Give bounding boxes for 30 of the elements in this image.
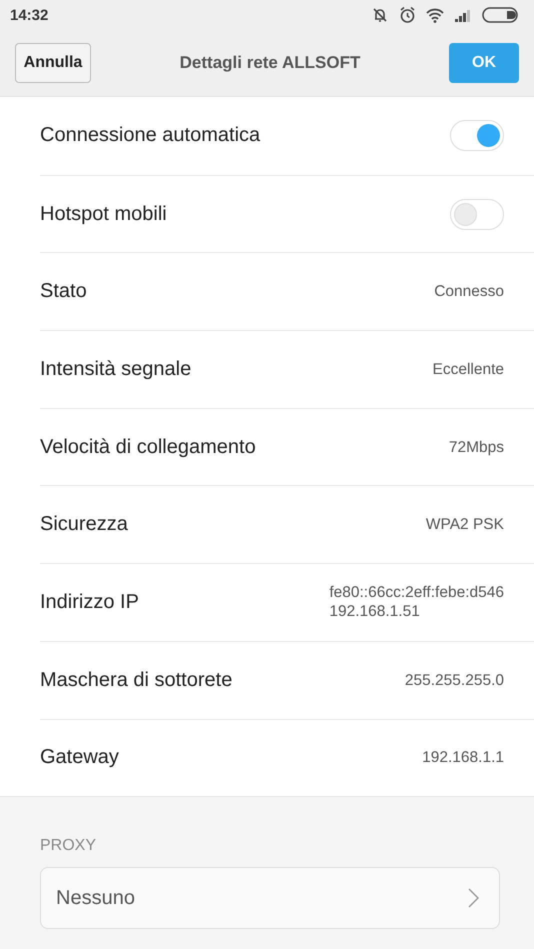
chevron-right-icon (468, 888, 479, 908)
setting-value: 192.168.1.1 (422, 748, 504, 768)
setting-label: Intensità segnale (40, 358, 192, 381)
wifi-icon (426, 8, 444, 22)
section-heading: PROXY (40, 837, 96, 856)
toggle-switch[interactable] (450, 120, 504, 152)
setting-value: 255.255.255.0 (404, 670, 504, 690)
signal-icon (454, 8, 472, 22)
setting-label: Maschera di sottorete (40, 668, 232, 692)
setting-label: Hotspot mobili (40, 202, 167, 226)
mute-bell-icon (371, 6, 389, 24)
toggle-switch[interactable] (450, 198, 504, 230)
setting-label: Stato (40, 280, 87, 304)
battery-icon (482, 7, 518, 23)
setting-value: WPA2 PSK (426, 515, 504, 534)
setting-label: Velocità di collegamento (40, 436, 256, 459)
screen-title: Dettagli rete ALLSOFT (180, 53, 360, 73)
setting-value: 72Mbps (448, 438, 504, 457)
setting-label: Sicurezza (40, 513, 128, 536)
alarm-clock-icon (399, 6, 416, 24)
proxy-selector[interactable]: Nessuno (40, 867, 500, 930)
setting-value: fe80::66cc:2eff:febe:d546 (329, 583, 504, 602)
setting-value: 192.168.1.51 (329, 602, 420, 622)
status-time: 14:32 (10, 6, 48, 24)
setting-label: Connessione automatica (40, 124, 260, 148)
setting-value: Eccellente (432, 360, 504, 379)
setting-label: Gateway (40, 746, 119, 770)
setting-label: Indirizzo IP (40, 590, 139, 614)
setting-value: Connesso (434, 282, 504, 302)
cancel-button[interactable]: Annulla (15, 43, 91, 83)
